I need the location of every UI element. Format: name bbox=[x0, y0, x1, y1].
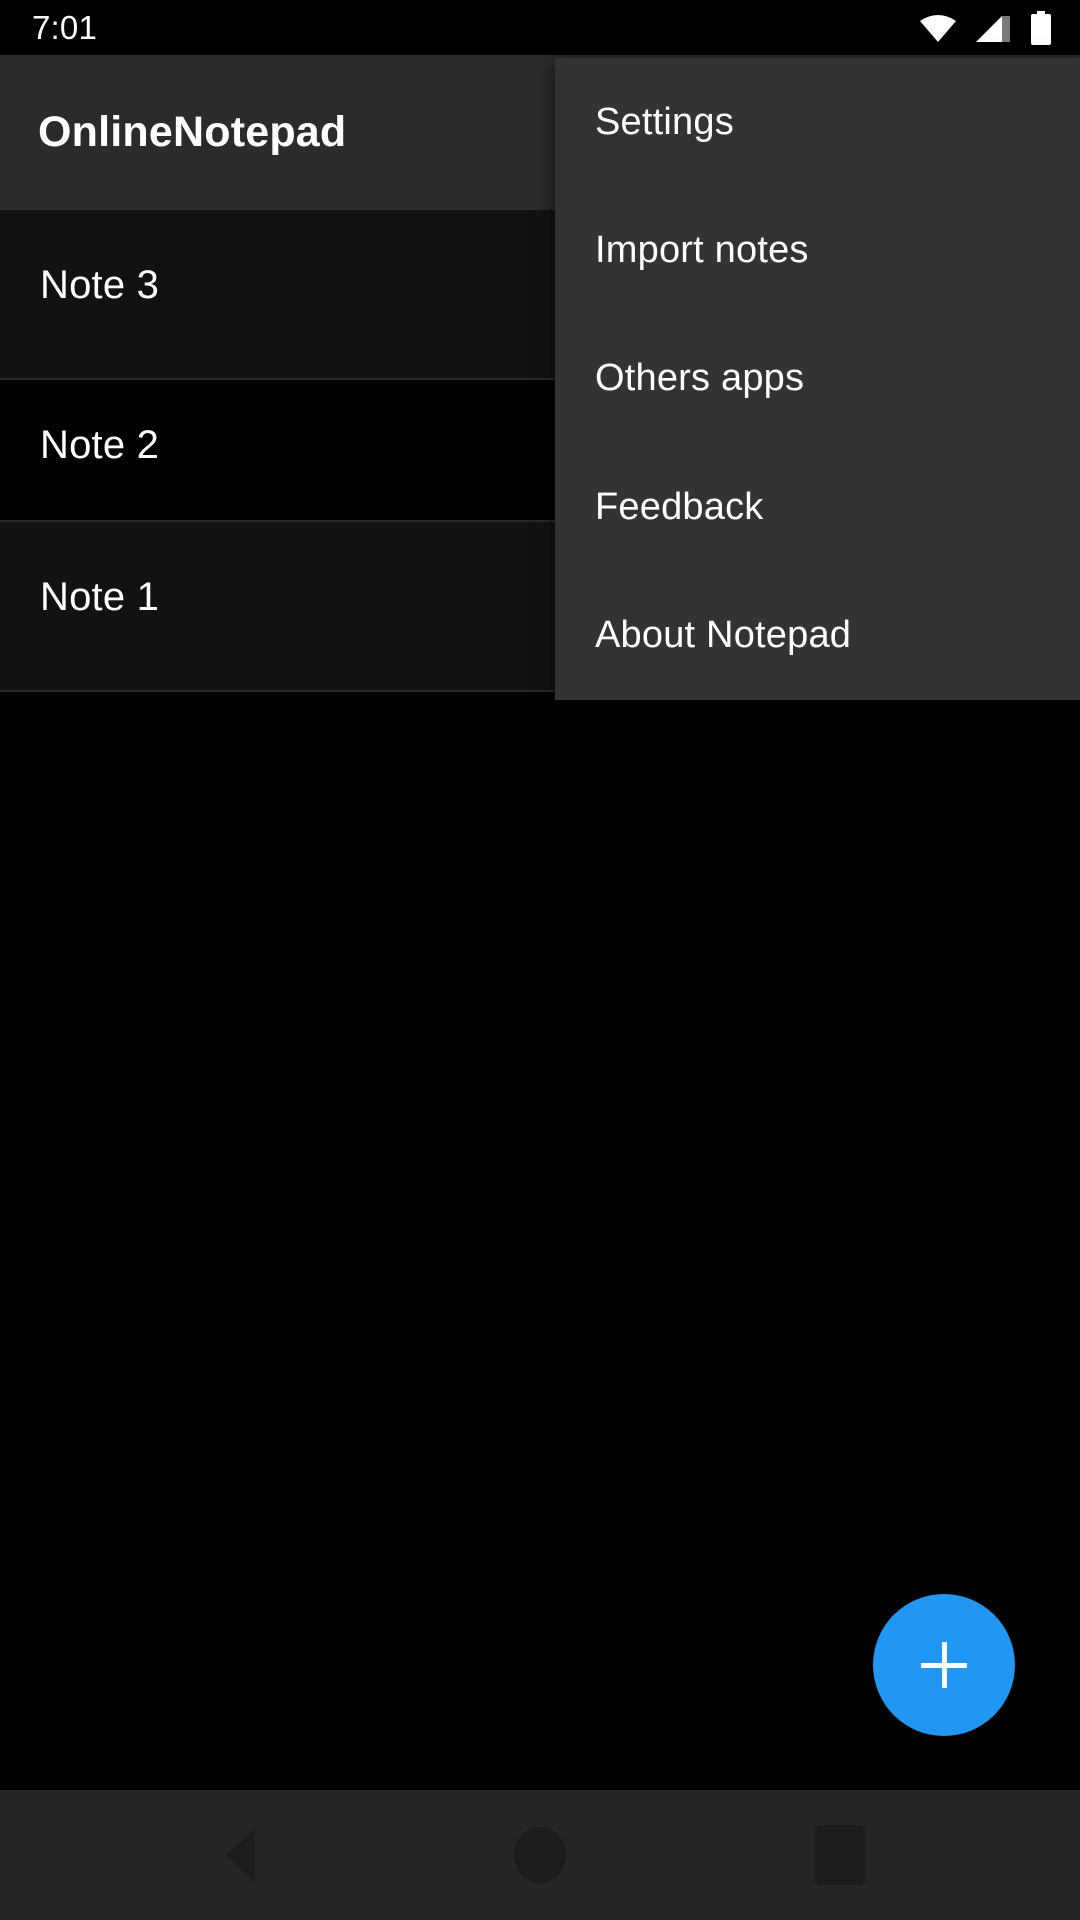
app-title: OnlineNotepad bbox=[38, 108, 347, 156]
phone-screen: 7:01 OnlineNotepad Note 3 Note 2 Note 1 … bbox=[0, 0, 1080, 1920]
menu-item-label: Others apps bbox=[595, 357, 805, 400]
nav-back-button[interactable] bbox=[140, 1790, 340, 1920]
nav-home-button[interactable] bbox=[440, 1790, 640, 1920]
wifi-icon bbox=[918, 13, 958, 43]
menu-item-label: Feedback bbox=[595, 485, 764, 528]
recents-square-icon bbox=[815, 1825, 865, 1885]
status-bar-clock: 7:01 bbox=[32, 8, 98, 46]
add-note-fab[interactable] bbox=[873, 1594, 1015, 1736]
menu-item-import-notes[interactable]: Import notes bbox=[555, 186, 1080, 314]
cellular-signal-icon bbox=[976, 13, 1012, 43]
menu-item-label: About Notepad bbox=[595, 614, 852, 657]
note-title: Note 1 bbox=[40, 574, 160, 619]
plus-icon bbox=[941, 1642, 947, 1688]
menu-item-others-apps[interactable]: Others apps bbox=[555, 315, 1080, 443]
menu-item-about-notepad[interactable]: About Notepad bbox=[555, 572, 1080, 700]
back-triangle-icon bbox=[225, 1828, 255, 1882]
nav-recents-button[interactable] bbox=[740, 1790, 940, 1920]
note-title: Note 3 bbox=[40, 262, 160, 307]
status-bar: 7:01 bbox=[0, 0, 1080, 55]
overflow-menu[interactable]: Settings Import notes Others apps Feedba… bbox=[555, 58, 1080, 700]
menu-item-label: Import notes bbox=[595, 229, 809, 272]
system-navigation-bar bbox=[0, 1790, 1080, 1920]
home-circle-icon bbox=[514, 1827, 566, 1883]
menu-item-feedback[interactable]: Feedback bbox=[555, 443, 1080, 571]
menu-item-settings[interactable]: Settings bbox=[555, 58, 1080, 186]
note-title: Note 2 bbox=[40, 422, 160, 467]
battery-icon bbox=[1030, 10, 1052, 45]
menu-item-label: Settings bbox=[595, 100, 734, 143]
status-bar-icons bbox=[918, 0, 1052, 55]
